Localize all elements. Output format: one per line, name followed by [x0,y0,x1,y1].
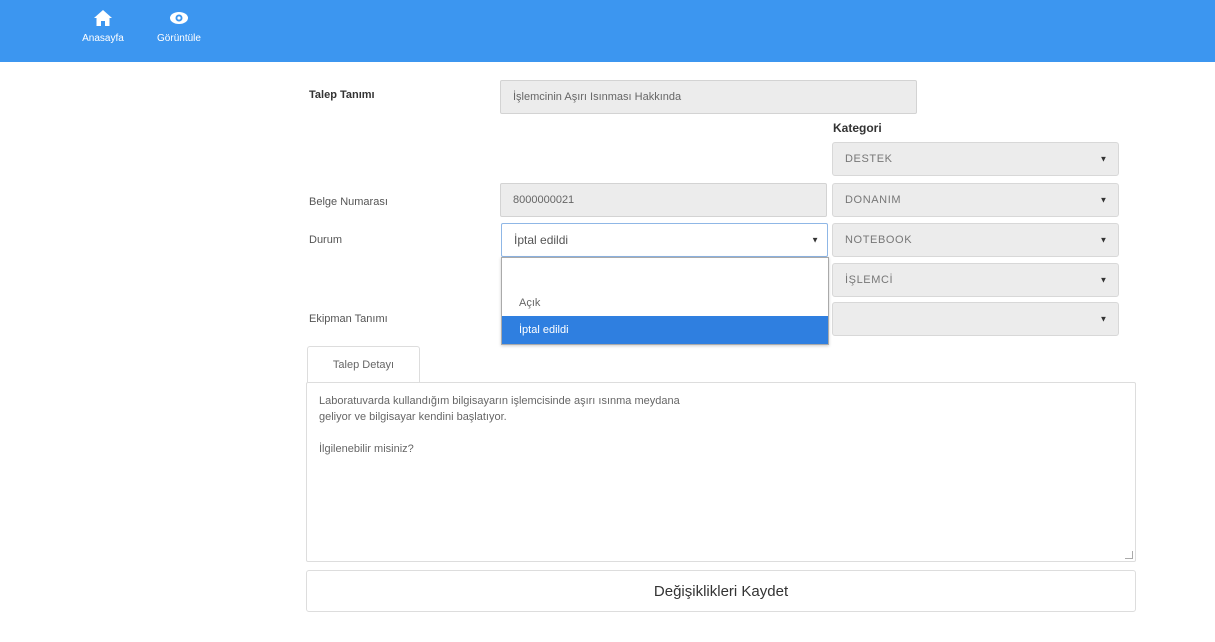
durum-option-empty[interactable] [502,258,828,290]
belge-numarasi-field[interactable]: 8000000021 [500,183,827,217]
talep-tanimi-field[interactable]: İşlemcinin Aşırı Isınması Hakkında [500,80,917,114]
belge-numarasi-label: Belge Numarası [309,196,388,208]
save-changes-button[interactable]: Değişiklikleri Kaydet [306,570,1136,612]
eye-icon [170,12,188,24]
talep-detay-text: Laboratuvarda kullandığım bilgisayarın i… [319,395,680,455]
durum-option-acik[interactable]: Açık [502,290,828,316]
home-icon [94,10,112,26]
durum-option-iptal[interactable]: İptal edildi [502,316,828,344]
kategori-select-3-value: NOTEBOOK [845,234,913,246]
kategori-label: Kategori [833,121,882,135]
ekipman-tanimi-label: Ekipman Tanımı [309,313,388,325]
kategori-select-4[interactable]: İŞLEMCİ ▼ [832,263,1119,297]
kategori-select-5[interactable]: ▼ [832,302,1119,336]
durum-select[interactable]: İptal edildi ▼ [501,223,828,257]
kategori-select-3[interactable]: NOTEBOOK ▼ [832,223,1119,257]
chevron-down-icon: ▼ [1099,195,1108,205]
talep-detay-textarea[interactable]: Laboratuvarda kullandığım bilgisayarın i… [306,382,1136,562]
resize-handle-icon[interactable] [1125,551,1133,559]
durum-select-value: İptal edildi [514,233,569,247]
top-nav-bar: Anasayfa Görüntüle [0,0,1215,62]
kategori-select-1-value: DESTEK [845,153,893,165]
durum-dropdown: Açık İptal edildi [501,257,829,345]
talep-tanimi-label: Talep Tanımı [309,89,375,101]
kategori-select-2-value: DONANIM [845,194,902,206]
chevron-down-icon: ▼ [1099,154,1108,164]
kategori-select-2[interactable]: DONANIM ▼ [832,183,1119,217]
chevron-down-icon: ▼ [1099,275,1108,285]
tab-talep-detayi[interactable]: Talep Detayı [307,346,420,382]
nav-home[interactable]: Anasayfa [74,8,132,44]
chevron-down-icon: ▼ [1099,314,1108,324]
chevron-down-icon: ▼ [811,235,819,245]
kategori-select-4-value: İŞLEMCİ [845,274,894,286]
durum-label: Durum [309,234,343,246]
nav-view[interactable]: Görüntüle [148,8,210,44]
nav-home-label: Anasayfa [82,33,124,44]
nav-view-label: Görüntüle [157,33,201,44]
kategori-select-1[interactable]: DESTEK ▼ [832,142,1119,176]
chevron-down-icon: ▼ [1099,235,1108,245]
